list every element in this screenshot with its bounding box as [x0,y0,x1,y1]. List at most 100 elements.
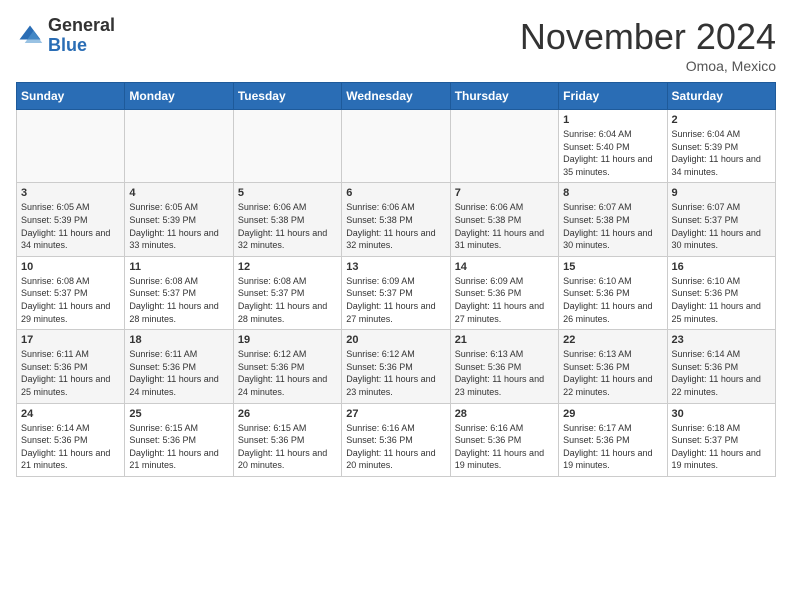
day-info-text: Sunset: 5:36 PM [21,434,120,447]
day-info-text: Daylight: 11 hours and 19 minutes. [455,447,554,472]
day-number: 9 [672,187,771,199]
day-info-text: Sunset: 5:37 PM [346,287,445,300]
day-info-text: Sunrise: 6:06 AM [346,201,445,214]
day-info-text: Daylight: 11 hours and 25 minutes. [672,300,771,325]
day-info-text: Sunrise: 6:11 AM [21,348,120,361]
calendar-cell: 10Sunrise: 6:08 AMSunset: 5:37 PMDayligh… [17,256,125,329]
day-info-text: Daylight: 11 hours and 21 minutes. [21,447,120,472]
day-info-text: Sunrise: 6:15 AM [238,422,337,435]
month-title: November 2024 [520,16,776,58]
day-info-text: Sunset: 5:36 PM [455,287,554,300]
calendar-cell [450,110,558,183]
calendar-cell: 29Sunrise: 6:17 AMSunset: 5:36 PMDayligh… [559,403,667,476]
title-block: November 2024 Omoa, Mexico [520,16,776,74]
day-number: 24 [21,408,120,420]
calendar-cell: 21Sunrise: 6:13 AMSunset: 5:36 PMDayligh… [450,330,558,403]
logo-blue-text: Blue [48,35,87,55]
day-info-text: Daylight: 11 hours and 20 minutes. [346,447,445,472]
day-number: 4 [129,187,228,199]
day-number: 18 [129,334,228,346]
week-row-1: 1Sunrise: 6:04 AMSunset: 5:40 PMDaylight… [17,110,776,183]
day-number: 13 [346,261,445,273]
day-info-text: Daylight: 11 hours and 25 minutes. [21,373,120,398]
day-info-text: Sunset: 5:36 PM [238,434,337,447]
calendar-cell: 28 Sunrise: 6:16 AMSunset: 5:36 PMDayligh… [450,403,558,476]
day-info-text: Sunrise: 6:04 AM [672,128,771,141]
calendar-cell: 4 Sunrise: 6:05 AMSunset: 5:39 PMDaylight… [125,183,233,256]
day-info-text: Daylight: 11 hours and 31 minutes. [455,227,554,252]
day-info-text: Sunrise: 6:09 AM [346,275,445,288]
day-number: 26 [238,408,337,420]
day-info-text: Sunrise: 6:17 AM [563,422,662,435]
day-info-text: Sunrise: 6:16 AM [455,422,554,435]
day-info-text: Sunrise: 6:10 AM [563,275,662,288]
calendar-cell: 18Sunrise: 6:11 AMSunset: 5:36 PMDayligh… [125,330,233,403]
page-header: General Blue November 2024 Omoa, Mexico [16,16,776,74]
calendar-cell [233,110,341,183]
day-info-text: Sunrise: 6:14 AM [21,422,120,435]
logo-general-text: General [48,15,115,35]
day-info-text: Sunrise: 6:10 AM [672,275,771,288]
day-info-text: Daylight: 11 hours and 30 minutes. [563,227,662,252]
day-number: 3 [21,187,120,199]
weekday-header-saturday: Saturday [667,83,775,110]
day-info-text: Sunrise: 6:09 AM [455,275,554,288]
day-info-text: Sunrise: 6:12 AM [238,348,337,361]
day-info-text: Sunset: 5:37 PM [238,287,337,300]
day-number: 20 [346,334,445,346]
calendar-cell: 27Sunrise: 6:16 AMSunset: 5:36 PMDayligh… [342,403,450,476]
day-info-text: Sunset: 5:36 PM [563,434,662,447]
day-info-text: Sunset: 5:38 PM [455,214,554,227]
day-info-text: Sunrise: 6:11 AM [129,348,228,361]
calendar-cell: 3Sunrise: 6:05 AMSunset: 5:39 PMDaylight… [17,183,125,256]
day-info-text: Sunset: 5:36 PM [563,361,662,374]
day-number: 6 [346,187,445,199]
day-info-text: Sunset: 5:36 PM [672,287,771,300]
day-info-text: Sunrise: 6:07 AM [563,201,662,214]
day-info-text: Daylight: 11 hours and 27 minutes. [346,300,445,325]
day-info-text: Sunrise: 6:05 AM [129,201,228,214]
day-number: 17 [21,334,120,346]
day-info-text: Sunset: 5:39 PM [129,214,228,227]
day-info-text: Sunrise: 6:13 AM [455,348,554,361]
day-info-text: Daylight: 11 hours and 22 minutes. [563,373,662,398]
day-info-text: Sunset: 5:39 PM [21,214,120,227]
day-info-text: Sunrise: 6:16 AM [346,422,445,435]
day-info-text: Daylight: 11 hours and 20 minutes. [238,447,337,472]
calendar-cell: 9Sunrise: 6:07 AMSunset: 5:37 PMDaylight… [667,183,775,256]
calendar-cell: 13 Sunrise: 6:09 AMSunset: 5:37 PMDayligh… [342,256,450,329]
day-info-text: Sunset: 5:36 PM [238,361,337,374]
day-info-text: Sunrise: 6:06 AM [455,201,554,214]
day-info-text: Daylight: 11 hours and 24 minutes. [129,373,228,398]
week-row-5: 24Sunrise: 6:14 AMSunset: 5:36 PMDayligh… [17,403,776,476]
calendar-cell: 23Sunrise: 6:14 AMSunset: 5:36 PMDayligh… [667,330,775,403]
calendar-cell [17,110,125,183]
day-number: 27 [346,408,445,420]
day-info-text: Sunset: 5:37 PM [672,214,771,227]
day-number: 1 [563,114,662,126]
weekday-header-thursday: Thursday [450,83,558,110]
day-number: 14 [455,261,554,273]
day-number: 28 [455,408,554,420]
calendar-cell: 15Sunrise: 6:10 AMSunset: 5:36 PMDayligh… [559,256,667,329]
calendar-cell: 20Sunrise: 6:12 AMSunset: 5:36 PMDayligh… [342,330,450,403]
day-info-text: Sunrise: 6:18 AM [672,422,771,435]
day-number: 10 [21,261,120,273]
day-info-text: Sunset: 5:39 PM [672,141,771,154]
day-info-text: Sunset: 5:36 PM [455,434,554,447]
day-info-text: Sunset: 5:36 PM [21,361,120,374]
calendar-cell: 30Sunrise: 6:18 AMSunset: 5:37 PMDayligh… [667,403,775,476]
week-row-4: 17Sunrise: 6:11 AMSunset: 5:36 PMDayligh… [17,330,776,403]
day-info-text: Daylight: 11 hours and 19 minutes. [563,447,662,472]
day-number: 5 [238,187,337,199]
day-info-text: Sunset: 5:38 PM [238,214,337,227]
calendar-cell: 5Sunrise: 6:06 AMSunset: 5:38 PMDaylight… [233,183,341,256]
calendar-cell: 25Sunrise: 6:15 AMSunset: 5:36 PMDayligh… [125,403,233,476]
day-info-text: Sunrise: 6:08 AM [238,275,337,288]
weekday-header-friday: Friday [559,83,667,110]
day-info-text: Daylight: 11 hours and 33 minutes. [129,227,228,252]
location: Omoa, Mexico [520,58,776,74]
day-number: 30 [672,408,771,420]
day-info-text: Sunrise: 6:08 AM [129,275,228,288]
day-info-text: Sunrise: 6:08 AM [21,275,120,288]
